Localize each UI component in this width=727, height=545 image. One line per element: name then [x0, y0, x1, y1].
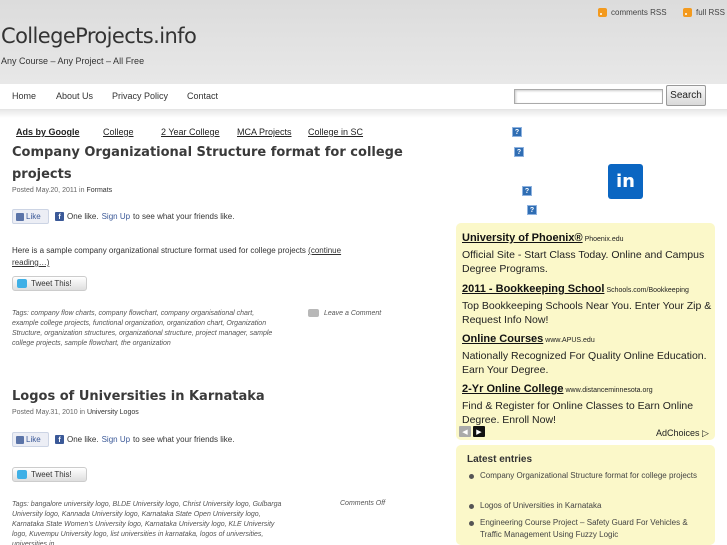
latest-entries-box: Latest entries Company Organizational St…	[456, 445, 715, 545]
ad-domain: www.APUS.edu	[545, 337, 595, 344]
twitter-icon	[17, 470, 27, 479]
nav-privacy-policy[interactable]: Privacy Policy	[112, 91, 168, 101]
comment-link-label: Comments Off	[340, 500, 386, 507]
ad-link-college[interactable]: College	[103, 127, 134, 137]
tweet-label: Tweet This!	[31, 279, 72, 288]
fb-like-suffix: to see what your friends like.	[133, 212, 235, 221]
post-excerpt-text: Here is a sample company organizational …	[12, 246, 306, 255]
facebook-icon: f	[55, 212, 64, 221]
linkedin-icon[interactable]: in	[608, 164, 643, 199]
latest-entry-link[interactable]: Engineering Course Project – Safety Guar…	[467, 517, 707, 541]
comment-link-label: Leave a Comment	[324, 309, 382, 317]
ad-description: Find & Register for Online Classes to Ea…	[462, 400, 694, 426]
ad-title[interactable]: University of Phoenix®	[462, 232, 583, 244]
full-rss-label: full RSS	[696, 8, 725, 17]
like-label: Like	[26, 212, 41, 221]
search-button[interactable]: Search	[666, 85, 706, 106]
post-tags: Tags: bangalore university logo, BLDE Un…	[12, 501, 282, 545]
sidebar-ad[interactable]: University of Phoenix® Phoenix.edu Offici…	[462, 228, 712, 276]
sidebar-ad[interactable]: 2-Yr Online College www.distanceminnesota…	[462, 379, 712, 427]
facebook-like-button[interactable]: Like	[12, 209, 49, 224]
ad-domain: www.distanceminnesota.org	[565, 387, 653, 394]
ad-title[interactable]: 2-Yr Online College	[462, 383, 563, 395]
nav-divider	[0, 110, 727, 118]
ad-next-icon[interactable]: ▶	[473, 426, 485, 437]
ad-description: Nationally Recognized For Quality Online…	[462, 350, 707, 376]
site-title[interactable]: CollegeProjects.info	[1, 24, 197, 48]
post-title[interactable]: Logos of Universities in Karnataka	[12, 386, 265, 408]
comment-bubble-icon	[308, 309, 319, 317]
ad-title[interactable]: 2011 - Bookkeeping School	[462, 283, 604, 295]
help-icon[interactable]: ?	[514, 147, 524, 157]
ad-link-mca-projects[interactable]: MCA Projects	[237, 127, 292, 137]
adchoices-link[interactable]: AdChoices ▷	[656, 428, 709, 439]
nav-contact[interactable]: Contact	[187, 91, 218, 101]
like-thumb-icon	[16, 212, 24, 221]
ad-description: Top Bookkeeping Schools Near You. Enter …	[462, 300, 712, 326]
latest-entry-link[interactable]: Company Organizational Structure format …	[467, 470, 707, 482]
fb-signup-link[interactable]: Sign Up	[102, 435, 130, 444]
leave-comment-link[interactable]: Leave a Comment	[308, 309, 381, 317]
rss-icon	[683, 8, 692, 17]
sidebar-ad[interactable]: 2011 - Bookkeeping School Schools.com/Boo…	[462, 279, 712, 327]
like-label: Like	[26, 435, 41, 444]
ad-link-college-in-sc[interactable]: College in SC	[308, 127, 363, 137]
tweet-label: Tweet This!	[31, 470, 72, 479]
post-category-link[interactable]: University Logos	[87, 409, 139, 416]
nav-home[interactable]: Home	[12, 91, 36, 101]
latest-entry-link[interactable]: Logos of Universities in Karnataka	[467, 500, 707, 512]
facebook-like-text: f One like. Sign Up to see what your fri…	[55, 212, 234, 221]
tweet-button[interactable]: Tweet This!	[12, 467, 87, 482]
full-rss-link[interactable]: full RSS	[683, 8, 725, 17]
search-input[interactable]	[514, 89, 663, 104]
facebook-icon: f	[55, 435, 64, 444]
post-title[interactable]: Company Organizational Structure format …	[12, 142, 403, 164]
ads-by-google-link[interactable]: Ads by Google	[16, 127, 80, 137]
post-category-link[interactable]: Formats	[86, 187, 112, 194]
help-icon[interactable]: ?	[522, 186, 532, 196]
facebook-like-button[interactable]: Like	[12, 432, 49, 447]
site-tagline: Any Course – Any Project – All Free	[1, 56, 145, 66]
post-meta: Posted May.20, 2011 in Formats	[12, 187, 112, 194]
ad-description: Official Site - Start Class Today. Onlin…	[462, 249, 705, 275]
ad-link-2-year-college[interactable]: 2 Year College	[161, 127, 220, 137]
fb-like-count: One like.	[67, 435, 99, 444]
post-date: Posted May.20, 2011 in	[12, 187, 85, 194]
ad-domain: Phoenix.edu	[584, 236, 624, 243]
ad-title[interactable]: Online Courses	[462, 333, 543, 345]
sidebar-ad[interactable]: Online Courses www.APUS.edu Nationally Re…	[462, 329, 712, 377]
site-header: CollegeProjects.info Any Course – Any Pr…	[0, 0, 727, 84]
fb-like-suffix: to see what your friends like.	[133, 435, 235, 444]
ad-prev-icon[interactable]: ◀	[459, 426, 471, 437]
post-meta: Posted May.31, 2010 in University Logos	[12, 409, 139, 416]
post-title-continued[interactable]: projects	[12, 164, 72, 186]
fb-signup-link[interactable]: Sign Up	[102, 212, 130, 221]
like-thumb-icon	[16, 435, 24, 444]
fb-like-count: One like.	[67, 212, 99, 221]
help-icon[interactable]: ?	[512, 127, 522, 137]
tweet-button[interactable]: Tweet This!	[12, 276, 87, 291]
post-tags: Tags: company flow charts, company flowc…	[12, 310, 273, 347]
twitter-icon	[17, 279, 27, 288]
post-excerpt: Here is a sample company organizational …	[12, 245, 372, 269]
comments-rss-link[interactable]: comments RSS	[598, 8, 667, 17]
ad-domain: Schools.com/Bookkeeping	[606, 287, 689, 294]
google-ads-box: University of Phoenix® Phoenix.edu Offici…	[456, 223, 715, 440]
nav-about-us[interactable]: About Us	[56, 91, 93, 101]
comments-off-label: Comments Off	[340, 500, 385, 507]
comments-rss-label: comments RSS	[611, 8, 667, 17]
rss-icon	[598, 8, 607, 17]
latest-entries-heading: Latest entries	[467, 454, 533, 465]
post-date: Posted May.31, 2010 in	[12, 409, 86, 416]
help-icon[interactable]: ?	[527, 205, 537, 215]
facebook-like-text: f One like. Sign Up to see what your fri…	[55, 435, 234, 444]
